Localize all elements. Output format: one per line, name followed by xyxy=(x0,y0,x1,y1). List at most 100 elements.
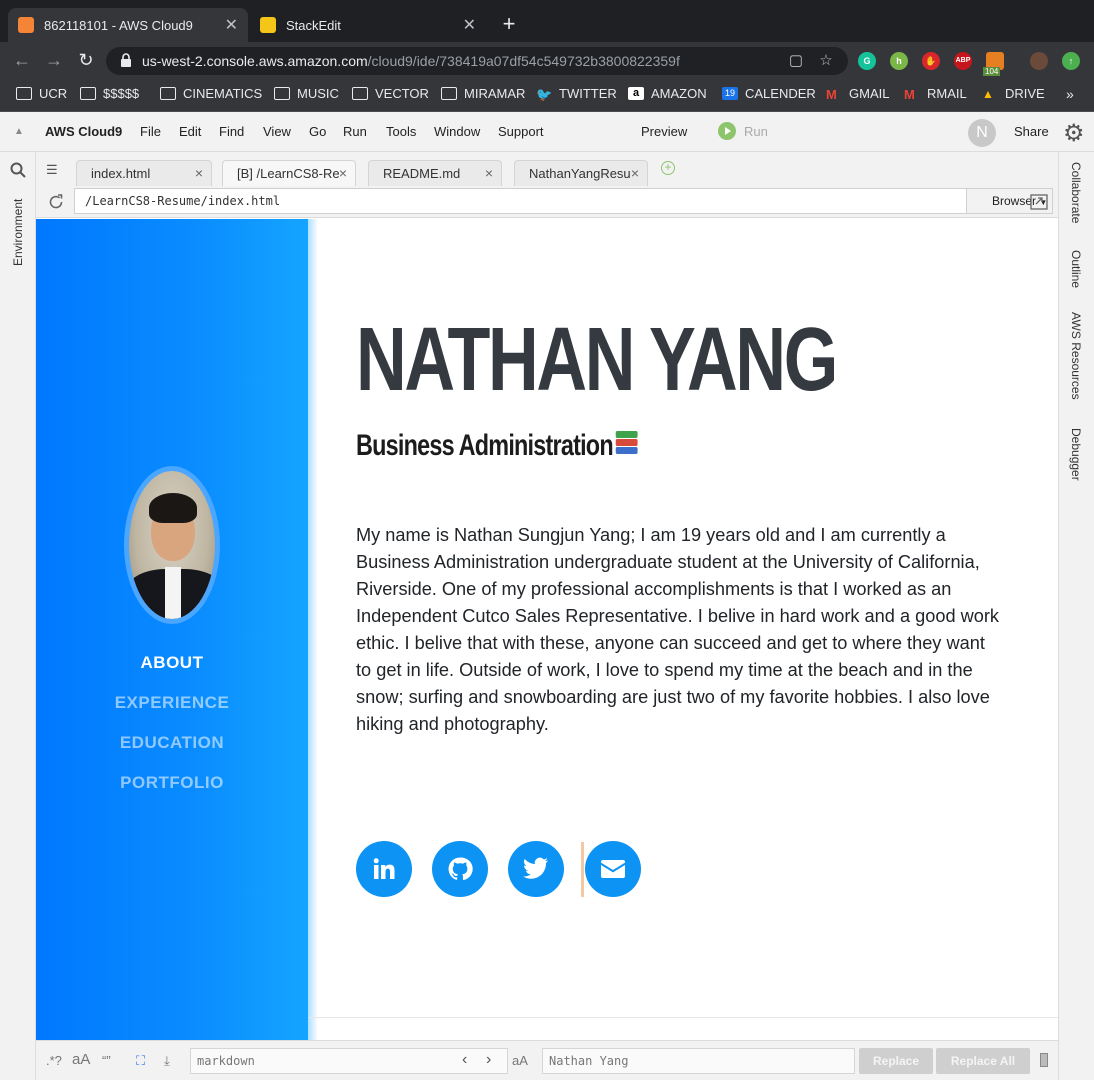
menu-support[interactable]: Support xyxy=(498,124,544,139)
menu-find[interactable]: Find xyxy=(219,124,244,139)
case-toggle[interactable]: aA xyxy=(72,1051,90,1068)
bookmark-label: UCR xyxy=(39,86,68,101)
bookmark-cinematics[interactable]: CINEMATICS xyxy=(160,86,262,101)
refresh-icon[interactable] xyxy=(46,192,66,212)
close-tab-icon[interactable]: × xyxy=(195,165,203,181)
adblock-icon[interactable]: ABP xyxy=(954,52,972,70)
bookmark-calendar[interactable]: 19 CALENDER xyxy=(722,86,816,101)
regex-toggle[interactable]: .*? xyxy=(46,1053,62,1068)
bookmark-label: VECTOR xyxy=(375,86,429,101)
close-tab-icon[interactable]: ✕ xyxy=(225,15,238,35)
twitter-link[interactable] xyxy=(508,841,564,897)
browser-tab-title: 862118101 - AWS Cloud9 xyxy=(44,17,193,33)
star-icon[interactable]: ☆ xyxy=(816,51,836,71)
envelope-icon xyxy=(601,860,625,878)
browser-tab-stackedit[interactable]: StackEdit ✕ xyxy=(250,8,486,42)
environment-panel-tab[interactable]: Environment xyxy=(11,199,25,266)
replace-all-button[interactable]: Replace All xyxy=(936,1048,1030,1074)
search-icon[interactable] xyxy=(10,162,26,178)
bookmark-vector[interactable]: VECTOR xyxy=(352,86,429,101)
bookmark-gmail[interactable]: M GMAIL xyxy=(826,86,889,102)
nav-experience[interactable]: EXPERIENCE xyxy=(36,693,308,713)
honey-icon[interactable]: h xyxy=(890,52,908,70)
linkedin-link[interactable] xyxy=(356,841,412,897)
user-avatar[interactable]: N xyxy=(968,119,996,147)
forward-icon[interactable]: → xyxy=(42,50,66,71)
profile-avatar[interactable] xyxy=(1030,52,1048,70)
nav-portfolio[interactable]: PORTFOLIO xyxy=(36,773,308,793)
close-findbar-icon[interactable] xyxy=(1040,1053,1048,1067)
tab-list-icon[interactable]: ☰ xyxy=(46,162,58,178)
selection-icon[interactable]: ⛶ xyxy=(136,1053,145,1069)
browser-tab-cloud9[interactable]: 862118101 - AWS Cloud9 ✕ xyxy=(8,8,248,42)
gear-icon[interactable]: ⚙ xyxy=(1063,119,1085,148)
grammarly-icon[interactable]: G xyxy=(858,52,876,70)
preview-button[interactable]: Preview xyxy=(641,124,687,139)
close-tab-icon[interactable]: ✕ xyxy=(463,15,476,35)
find-input[interactable]: markdown xyxy=(190,1048,508,1074)
github-link[interactable] xyxy=(432,841,488,897)
whole-word-toggle[interactable]: “” xyxy=(102,1053,111,1068)
find-next-icon[interactable]: › xyxy=(486,1051,491,1069)
find-prev-icon[interactable]: ‹ xyxy=(462,1051,467,1069)
preview-url-field[interactable]: /LearnCS8-Resume/index.html xyxy=(74,188,967,214)
reload-icon[interactable]: ↻ xyxy=(74,50,98,71)
clipboard-icon[interactable]: ▢ xyxy=(786,51,806,71)
collaborate-panel-tab[interactable]: Collaborate xyxy=(1069,162,1083,223)
back-icon[interactable]: ← xyxy=(10,50,34,71)
twitter-icon: 🐦 xyxy=(536,87,553,102)
popout-icon[interactable] xyxy=(1030,194,1048,210)
bookmark-twitter[interactable]: 🐦 TWITTER xyxy=(536,86,617,102)
menu-tools[interactable]: Tools xyxy=(386,124,416,139)
browser-tab-strip: 862118101 - AWS Cloud9 ✕ StackEdit ✕ + xyxy=(0,0,1094,42)
collapse-icon[interactable]: ▲ xyxy=(14,126,24,137)
close-tab-icon[interactable]: × xyxy=(339,165,347,181)
email-link[interactable] xyxy=(585,841,641,897)
bookmark-miramar[interactable]: MIRAMAR xyxy=(441,86,525,101)
ide-brand[interactable]: AWS Cloud9 xyxy=(45,124,122,139)
debugger-panel-tab[interactable]: Debugger xyxy=(1069,428,1083,481)
menu-go[interactable]: Go xyxy=(309,124,326,139)
editor-tab-index-html[interactable]: index.html × xyxy=(76,160,212,186)
bookmark-money[interactable]: $$$$$ xyxy=(80,86,139,101)
run-button[interactable]: Run xyxy=(744,124,768,139)
nav-education[interactable]: EDUCATION xyxy=(36,733,308,753)
nav-about[interactable]: ABOUT xyxy=(36,653,308,673)
close-tab-icon[interactable]: × xyxy=(631,165,639,181)
bookmark-drive[interactable]: ▲ DRIVE xyxy=(982,86,1045,101)
bookmark-amazon[interactable]: a AMAZON xyxy=(628,86,707,101)
editor-tab-preview[interactable]: [B] /LearnCS8-Re × xyxy=(222,160,356,186)
editor-tab-resume[interactable]: NathanYangResu × xyxy=(514,160,648,186)
menu-view[interactable]: View xyxy=(263,124,291,139)
menu-edit[interactable]: Edit xyxy=(179,124,201,139)
preserve-case-toggle[interactable]: aA xyxy=(512,1053,528,1068)
aws-resources-panel-tab[interactable]: AWS Resources xyxy=(1069,312,1083,400)
more-bookmarks-icon[interactable]: » xyxy=(1066,86,1074,102)
gmail-icon: M xyxy=(904,87,915,102)
folder-icon xyxy=(80,87,96,100)
menu-file[interactable]: File xyxy=(140,124,161,139)
replace-input[interactable]: Nathan Yang xyxy=(542,1048,855,1074)
bookmark-label: RMAIL xyxy=(927,86,967,101)
url-field[interactable]: us-west-2.console.aws.amazon.com/cloud9/… xyxy=(106,47,848,75)
wrap-icon[interactable]: ⤓ xyxy=(164,1053,170,1069)
bookmark-label: MIRAMAR xyxy=(464,86,526,101)
outline-panel-tab[interactable]: Outline xyxy=(1069,250,1083,288)
new-tab-button[interactable]: + xyxy=(496,12,522,38)
menu-run[interactable]: Run xyxy=(343,124,367,139)
close-tab-icon[interactable]: × xyxy=(485,165,493,181)
editor-tab-label: index.html xyxy=(91,166,151,181)
bookmark-label: $$$$$ xyxy=(103,86,140,101)
bookmark-rmail[interactable]: M RMAIL xyxy=(904,86,967,102)
block-icon[interactable]: ✋ xyxy=(922,52,940,70)
add-tab-icon[interactable]: + xyxy=(661,161,675,175)
menu-window[interactable]: Window xyxy=(434,124,480,139)
bookmark-ucr[interactable]: UCR xyxy=(16,86,67,101)
upload-icon[interactable]: ↑ xyxy=(1062,52,1080,70)
share-button[interactable]: Share xyxy=(1014,124,1049,139)
bookmark-music[interactable]: MUSIC xyxy=(274,86,339,101)
replace-button[interactable]: Replace xyxy=(859,1048,933,1074)
editor-tab-readme[interactable]: README.md × xyxy=(368,160,502,186)
bookmark-label: CINEMATICS xyxy=(183,86,263,101)
run-icon[interactable] xyxy=(718,122,736,140)
